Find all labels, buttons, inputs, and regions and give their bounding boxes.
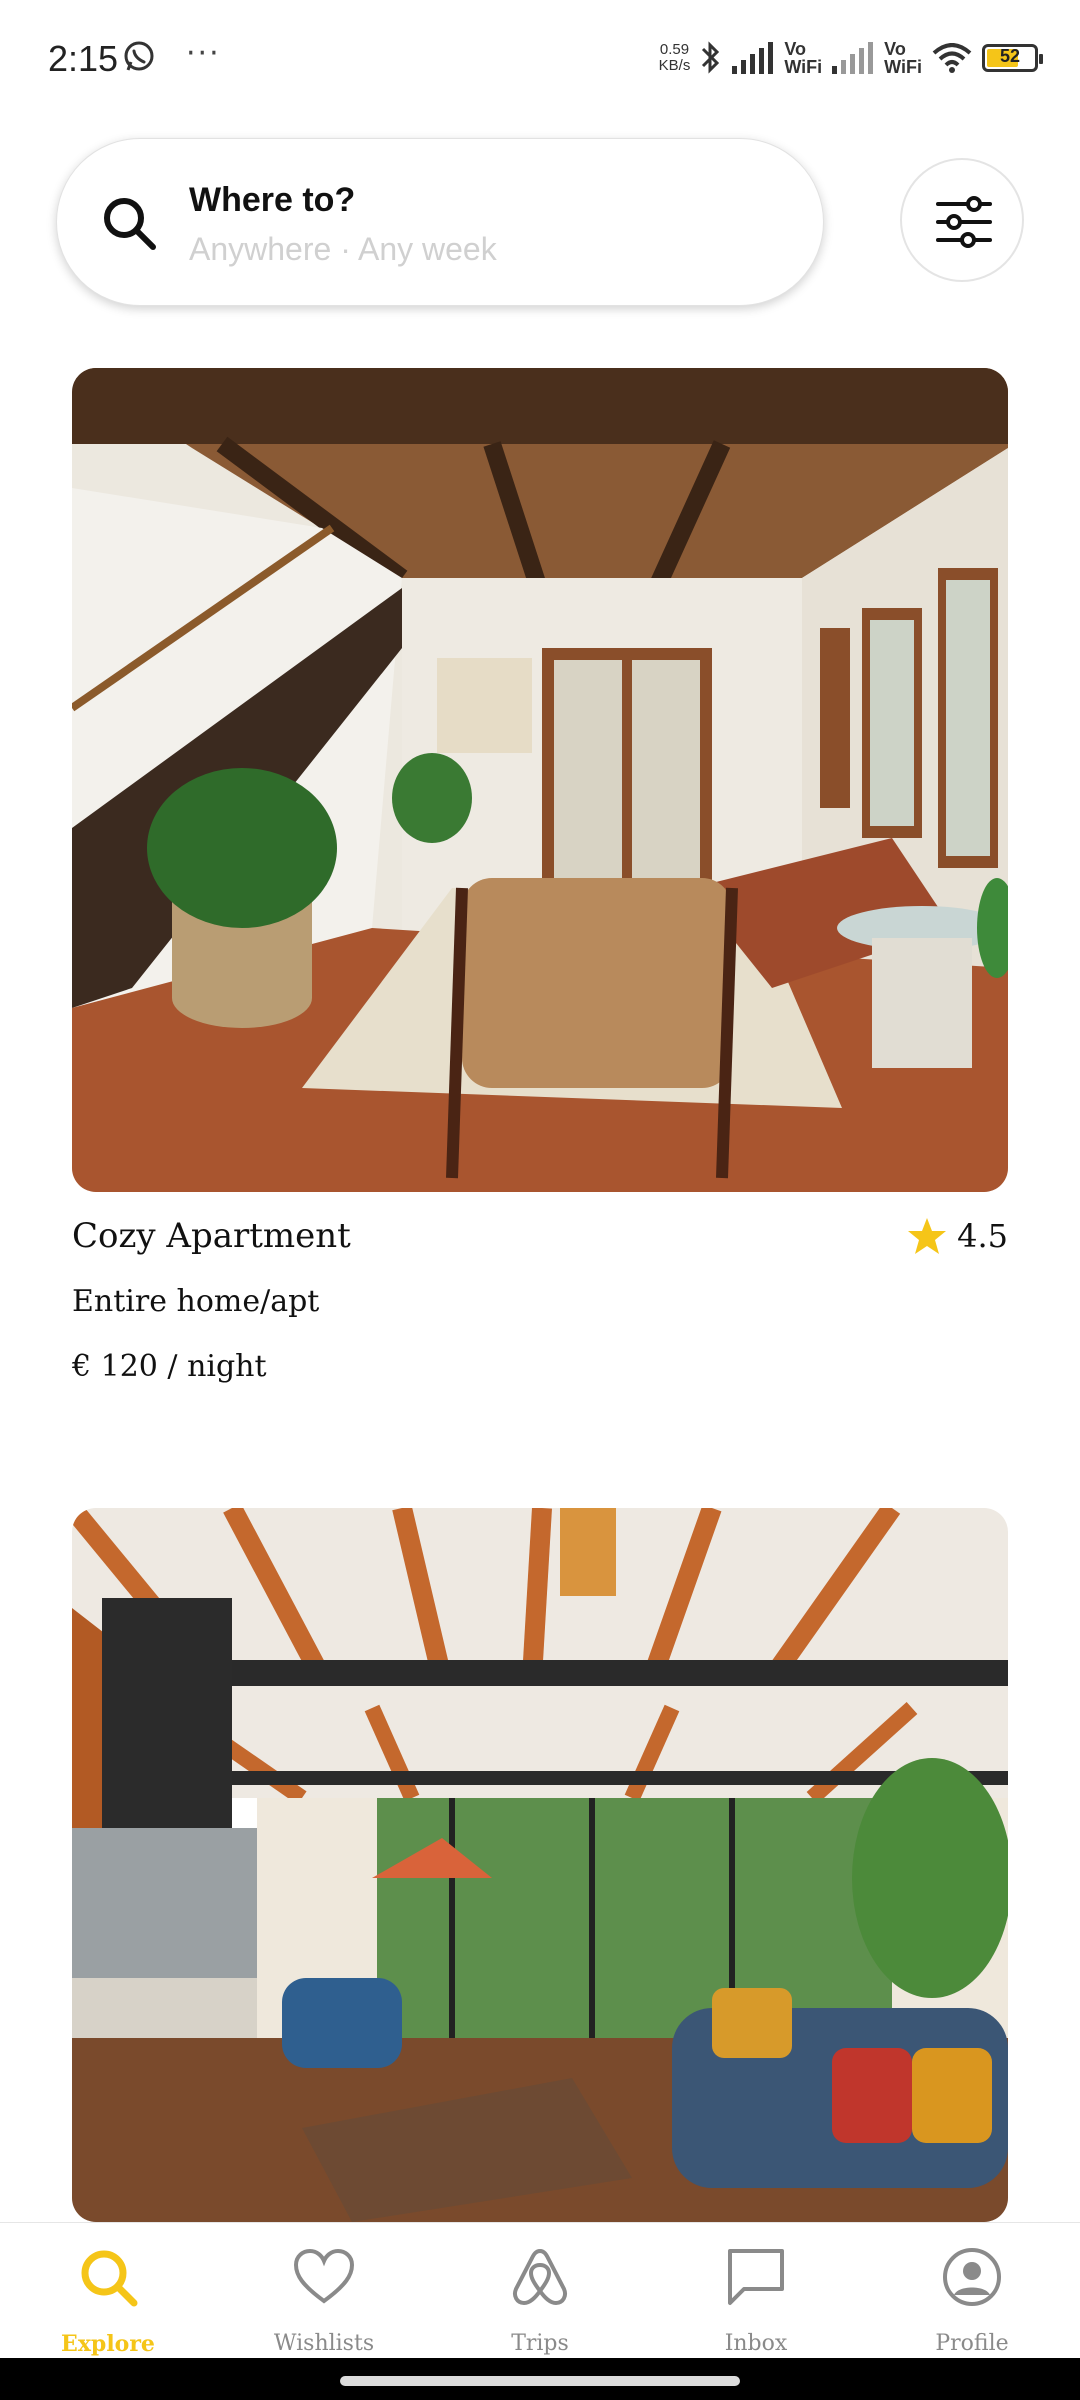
search-icon xyxy=(81,2250,138,2307)
listing-card[interactable] xyxy=(72,1508,1008,2222)
living-room-photo xyxy=(72,368,1008,1192)
nav-profile[interactable]: Profile xyxy=(864,2223,1080,2359)
nav-inbox[interactable]: Inbox xyxy=(648,2223,864,2359)
listing-photo[interactable] xyxy=(72,368,1008,1192)
signal-weak-icon xyxy=(832,42,874,74)
nav-explore[interactable]: Explore xyxy=(0,2223,216,2359)
wifi-icon xyxy=(932,43,972,73)
nav-label: Wishlists xyxy=(273,2331,375,2356)
whatsapp-icon xyxy=(124,41,154,71)
nav-label: Trips xyxy=(511,2331,569,2356)
star-icon xyxy=(908,1218,947,1254)
volte-badge: Vo WiFi xyxy=(784,39,823,77)
listing-title[interactable]: Cozy Apartment xyxy=(72,1216,351,1256)
signal-icon xyxy=(732,42,774,74)
more-notifications: ··· xyxy=(186,36,221,71)
bluetooth-icon xyxy=(702,41,720,74)
listing-price: € 120 / night xyxy=(72,1349,267,1384)
nav-wishlists[interactable]: Wishlists xyxy=(216,2223,432,2359)
filter-sliders-icon xyxy=(936,196,992,248)
listing-card[interactable]: Cozy Apartment 4.5 Entire home/apt € 120… xyxy=(72,368,1008,1384)
listing-photo[interactable] xyxy=(72,1508,1008,2222)
battery-indicator: 52 xyxy=(982,44,1043,72)
nav-label: Inbox xyxy=(724,2331,788,2356)
filter-button[interactable] xyxy=(900,158,1024,282)
status-time: 2:15 xyxy=(48,38,119,79)
vowifi-badge: Vo WiFi xyxy=(884,39,922,77)
living-room-photo xyxy=(72,1508,1008,2222)
search-title: Where to? xyxy=(189,181,356,219)
airbnb-logo-icon xyxy=(513,2248,567,2306)
nav-label: Profile xyxy=(935,2331,1009,2356)
bottom-navigation: Explore Wishlists Trips Inbox Profile xyxy=(0,2222,1080,2359)
listing-type: Entire home/apt xyxy=(72,1284,320,1319)
status-icons: 0.59 KB/s Vo WiFi Vo WiFi 52 xyxy=(658,36,1043,80)
user-circle-icon xyxy=(943,2248,1001,2306)
search-icon xyxy=(104,198,156,250)
chat-icon xyxy=(728,2249,784,2305)
nav-label: Explore xyxy=(61,2331,155,2357)
nav-trips[interactable]: Trips xyxy=(432,2223,648,2359)
search-subtitle: Anywhere · Any week xyxy=(189,231,497,267)
search-bar[interactable]: Where to? Anywhere · Any week xyxy=(56,138,824,306)
status-bar: 2:15 ··· 0.59 KB/s Vo WiFi Vo WiFi 52 xyxy=(0,0,1080,120)
home-indicator[interactable] xyxy=(340,2376,740,2386)
network-speed: 0.59 KB/s xyxy=(658,41,691,74)
heart-icon xyxy=(293,2248,355,2304)
listing-rating: 4.5 xyxy=(907,1216,1008,1256)
